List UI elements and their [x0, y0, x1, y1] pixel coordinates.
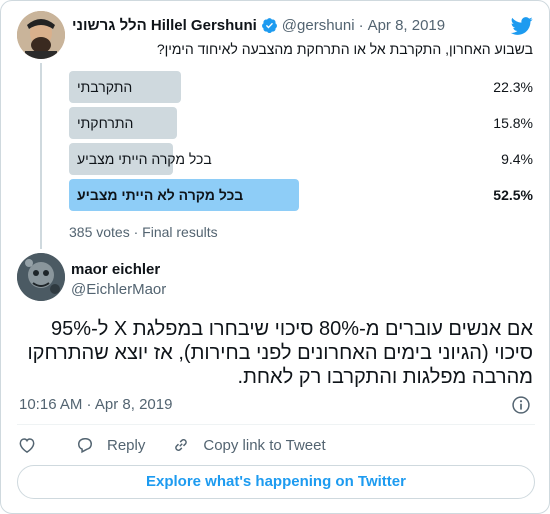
author-avatar[interactable] [17, 253, 65, 301]
poll-option: בכל מקרה לא הייתי מצביע 52.5% [69, 179, 535, 211]
like-button[interactable] [17, 435, 49, 455]
tweet-embed-card: הלל גרשוני Hillel Gershuni @gershuni · A… [0, 0, 550, 514]
quoted-author-handle[interactable]: @gershuni [282, 17, 355, 34]
poll: התקרבתי 22.3% התרחקתי 15.8% בכל מקרה היי… [69, 71, 535, 215]
link-icon [175, 439, 188, 451]
reply-label: Reply [107, 436, 146, 454]
reply-icon [77, 438, 93, 454]
poll-option-label: התקרבתי [77, 79, 133, 95]
quoted-tweet-text: בשבוע האחרון, התקרבת אל או התרחקת מהצבעה… [156, 41, 533, 57]
poll-results-summary: 385 votes · Final results [69, 224, 218, 240]
quoted-tweet-date[interactable]: Apr 8, 2019 [368, 17, 446, 34]
verified-badge-icon [261, 17, 278, 34]
poll-option-percent: 22.3% [493, 79, 533, 95]
tweet-actions: Reply Copy link to Tweet [17, 433, 352, 457]
author-handle[interactable]: @EichlerMaor [71, 281, 166, 298]
divider [17, 424, 535, 425]
poll-option-percent: 9.4% [501, 151, 533, 167]
poll-option: התרחקתי 15.8% [69, 107, 535, 139]
twitter-bird-icon[interactable] [510, 15, 533, 37]
poll-option: התקרבתי 22.3% [69, 71, 535, 103]
reply-button[interactable]: Reply [75, 435, 145, 455]
author-name[interactable]: maor eichler [71, 261, 160, 278]
tweet-timestamp[interactable]: 10:16 AM · Apr 8, 2019 [19, 396, 172, 413]
info-icon[interactable] [511, 395, 531, 415]
poll-option-label: התרחקתי [77, 115, 134, 131]
explore-twitter-button[interactable]: Explore what's happening on Twitter [17, 465, 535, 499]
heart-icon [19, 438, 35, 453]
poll-option-label: בכל מקרה לא הייתי מצביע [77, 187, 244, 203]
copy-link-button[interactable]: Copy link to Tweet [171, 435, 326, 455]
quoted-author-avatar[interactable] [17, 11, 65, 59]
poll-option-percent: 52.5% [493, 187, 533, 203]
thread-line [40, 63, 42, 249]
separator-dot: · [358, 17, 364, 34]
poll-option: בכל מקרה הייתי מצביע 9.4% [69, 143, 535, 175]
poll-option-percent: 15.8% [493, 115, 533, 131]
quoted-author-name[interactable]: הלל גרשוני Hillel Gershuni [72, 17, 257, 34]
poll-option-label: בכל מקרה הייתי מצביע [77, 151, 212, 167]
quoted-author-meta: הלל גרשוני Hillel Gershuni @gershuni · A… [72, 17, 445, 34]
copy-link-label: Copy link to Tweet [203, 436, 326, 454]
tweet-text: אם אנשים עוברים מ-80% סיכוי שיבחרו במפלג… [27, 318, 533, 388]
